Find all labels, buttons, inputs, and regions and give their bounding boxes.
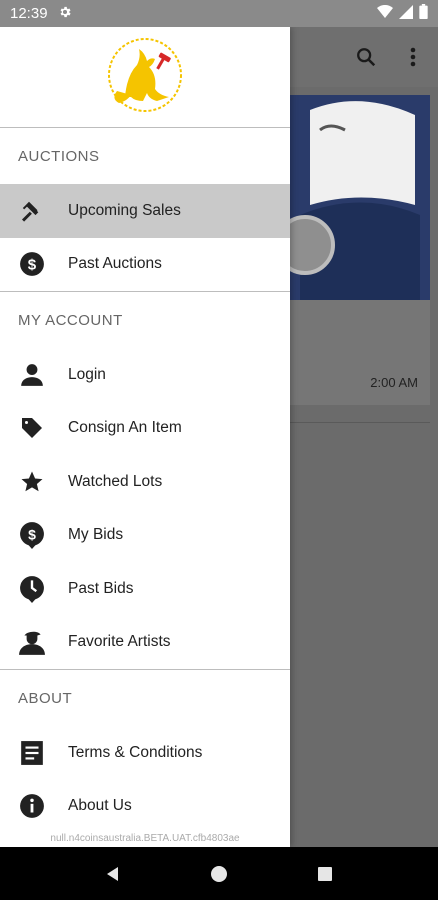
card-divider [290, 422, 430, 423]
menu-item-label: About Us [68, 797, 132, 815]
menu-item-login[interactable]: Login [0, 348, 290, 402]
settings-icon [58, 5, 72, 23]
home-icon[interactable] [199, 854, 239, 894]
navigation-drawer: AUCTIONS Upcoming Sales $ Past Auctions … [0, 27, 290, 847]
search-icon[interactable] [352, 43, 380, 71]
menu-item-label: Terms & Conditions [68, 743, 203, 761]
menu-item-label: Login [68, 365, 106, 383]
section-auctions-title: AUCTIONS [18, 147, 100, 165]
menu-item-label: Consign An Item [68, 419, 182, 437]
menu-item-label: Favorite Artists [68, 633, 171, 651]
menu-item-label: My Bids [68, 526, 124, 544]
dollar-circle-icon: $ [18, 250, 46, 278]
coins-australia-logo [97, 35, 193, 120]
battery-icon [419, 4, 428, 23]
document-icon [18, 739, 46, 767]
menu-item-consign-an-item[interactable]: Consign An Item [0, 402, 290, 456]
menu-item-past-bids[interactable]: Past Bids [0, 562, 290, 616]
artist-icon [18, 628, 46, 656]
tag-icon [18, 414, 46, 442]
sale-card[interactable]: 2:00 AM [290, 95, 430, 423]
signal-icon [399, 4, 413, 23]
menu-item-label: Past Auctions [68, 255, 162, 273]
drawer-header [0, 27, 290, 128]
section-about-title: ABOUT [18, 689, 73, 707]
overflow-menu-icon[interactable] [399, 43, 427, 71]
wifi-icon [377, 4, 393, 23]
sale-time: 2:00 AM [370, 375, 418, 390]
menu-item-terms-conditions[interactable]: Terms & Conditions [0, 726, 290, 780]
dollar-pin-icon: $ [18, 521, 46, 550]
menu-item-label: Upcoming Sales [68, 201, 181, 219]
person-icon [18, 361, 46, 389]
svg-text:$: $ [28, 257, 37, 274]
menu-item-past-auctions[interactable]: $ Past Auctions [0, 238, 290, 292]
menu-item-upcoming-sales[interactable]: Upcoming Sales [0, 184, 290, 238]
menu-item-label: Past Bids [68, 579, 134, 597]
recents-icon[interactable] [305, 854, 345, 894]
menu-item-watched-lots[interactable]: Watched Lots [0, 455, 290, 509]
section-my-account-title: MY ACCOUNT [18, 311, 123, 329]
status-bar: 12:39 [0, 0, 438, 27]
build-version-label: null.n4coinsaustralia.BETA.UAT.cfb4803ae [50, 833, 240, 844]
status-time: 12:39 [10, 5, 48, 22]
info-icon [18, 792, 46, 820]
menu-item-about-us[interactable]: About Us [0, 780, 290, 834]
system-nav-bar [0, 847, 438, 900]
menu-item-favorite-artists[interactable]: Favorite Artists [0, 616, 290, 670]
sale-card-image [290, 95, 430, 300]
gavel-icon [18, 197, 46, 225]
svg-text:$: $ [28, 527, 36, 543]
clock-pin-icon [18, 575, 46, 603]
menu-item-label: Watched Lots [68, 472, 163, 490]
star-icon [18, 468, 46, 496]
menu-item-my-bids[interactable]: $ My Bids [0, 509, 290, 563]
back-icon[interactable] [93, 854, 133, 894]
